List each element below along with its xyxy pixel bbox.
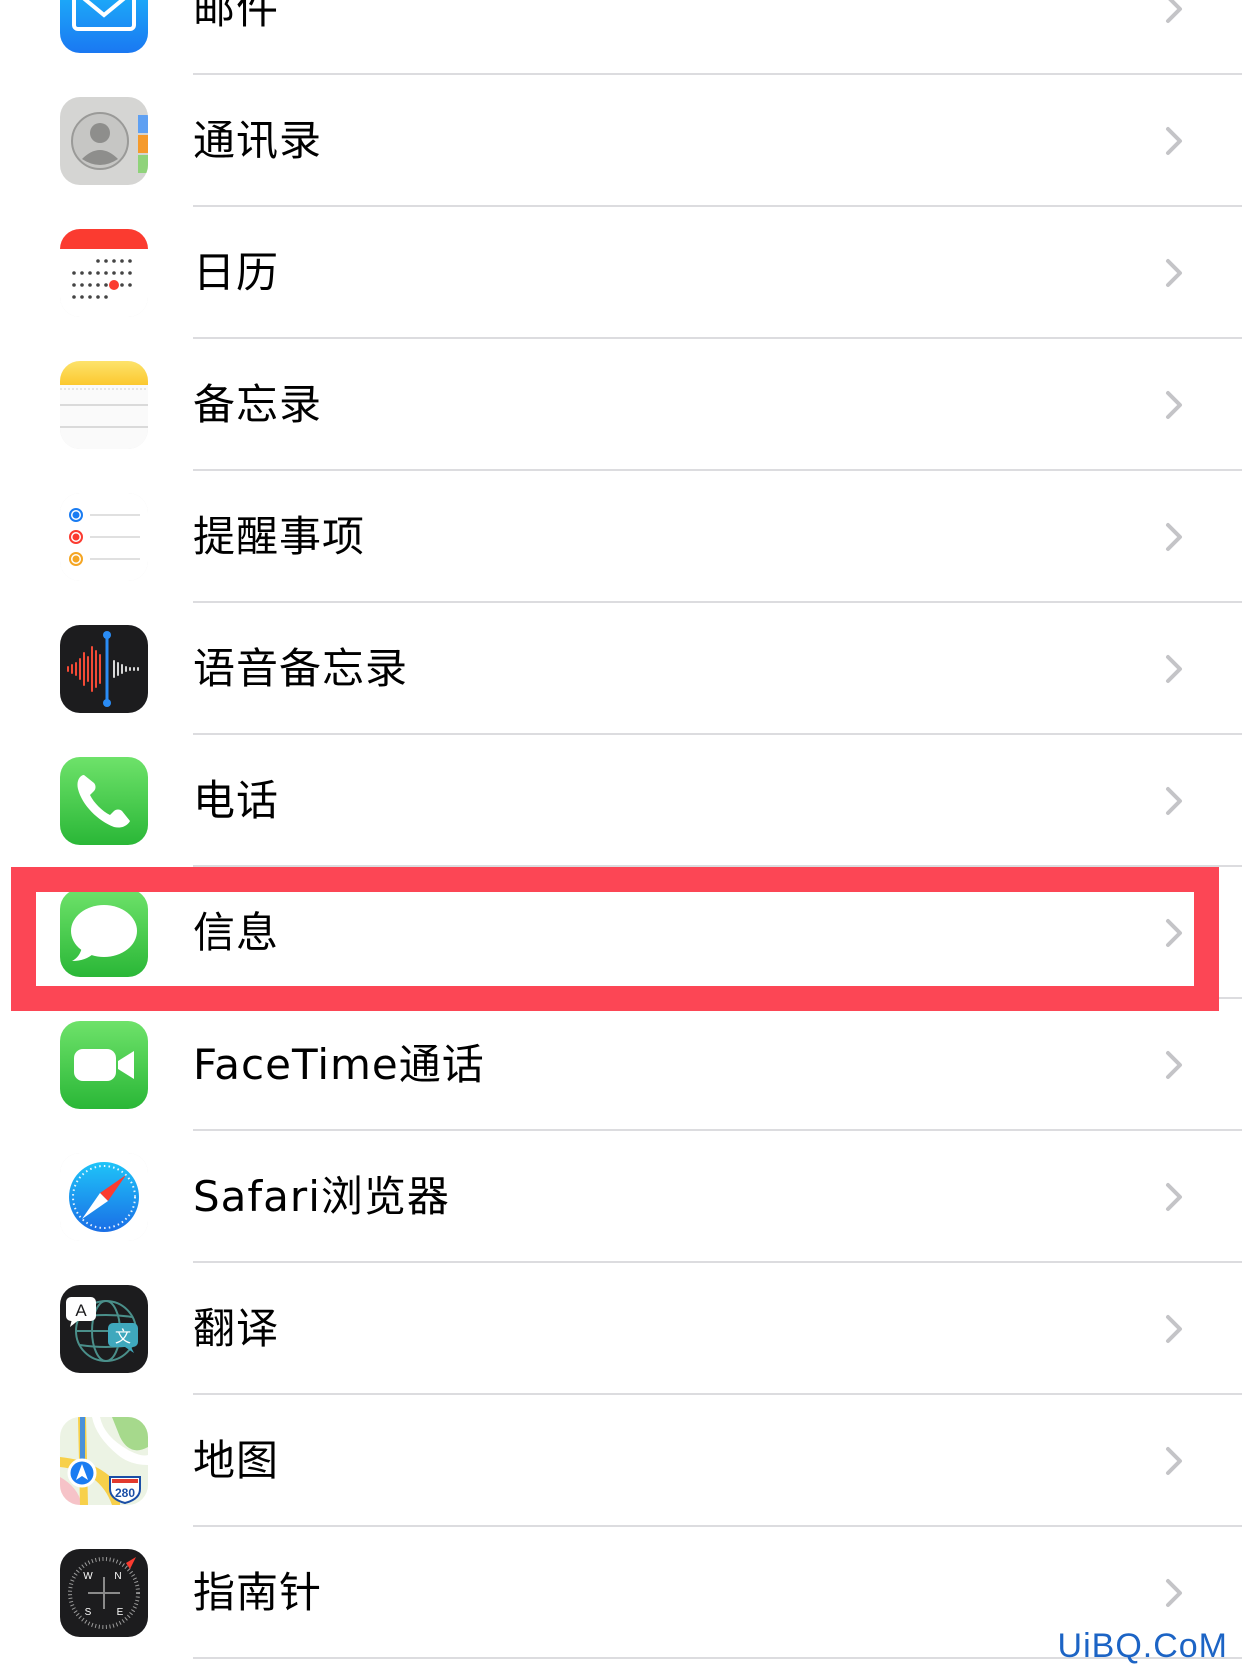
chevron-right-icon [1158,1443,1190,1479]
settings-row-facetime[interactable]: FaceTime通话 [0,999,1242,1131]
maps-icon: 280 [60,1417,148,1505]
settings-row-label: 电话 [193,776,280,825]
settings-row-notes[interactable]: 备忘录 [0,339,1242,471]
chevron-right-icon [1158,1311,1190,1347]
settings-list: 邮件 通讯录 日历 备忘录 提醒事项 语音备忘录 电话 信息 FaceTime通… [0,0,1242,1659]
settings-row-label: 邮件 [193,0,280,33]
voice-memos-icon [60,625,148,713]
safari-icon [60,1153,148,1241]
facetime-icon [60,1021,148,1109]
compass-s-label: S [85,1607,92,1618]
compass-w-label: W [83,1571,93,1582]
settings-row-label: 提醒事项 [193,512,366,561]
chevron-right-icon [1158,1047,1190,1083]
watermark-text: UiBQ.CoM [1057,1627,1228,1665]
settings-row-label: 通讯录 [193,116,323,165]
compass-icon: N E S W [60,1549,148,1637]
chevron-right-icon [1158,783,1190,819]
translate-icon: A 文 [60,1285,148,1373]
settings-row-messages[interactable]: 信息 [0,867,1242,999]
phone-icon [60,757,148,845]
settings-row-translate[interactable]: A 文 翻译 [0,1263,1242,1395]
mail-icon [60,0,148,53]
reminders-icon [60,493,148,581]
settings-row-label: 语音备忘录 [193,644,409,693]
settings-row-mail[interactable]: 邮件 [0,0,1242,75]
chevron-right-icon [1158,123,1190,159]
messages-icon [60,889,148,977]
chevron-right-icon [1158,255,1190,291]
settings-row-contacts[interactable]: 通讯录 [0,75,1242,207]
settings-row-safari[interactable]: Safari浏览器 [0,1131,1242,1263]
chevron-right-icon [1158,387,1190,423]
compass-n-label: N [114,1571,121,1582]
settings-row-label: 日历 [193,248,280,297]
settings-row-compass[interactable]: N E S W 指南针 [0,1527,1242,1659]
settings-row-voice-memos[interactable]: 语音备忘录 [0,603,1242,735]
settings-row-label: 备忘录 [193,380,323,429]
translate-a-glyph: A [75,1301,87,1320]
settings-row-phone[interactable]: 电话 [0,735,1242,867]
maps-shield-text: 280 [115,1486,135,1500]
settings-row-label: Safari浏览器 [193,1172,450,1221]
chevron-right-icon [1158,651,1190,687]
notes-icon [60,361,148,449]
compass-e-label: E [117,1607,124,1618]
chevron-right-icon [1158,0,1190,27]
chevron-right-icon [1158,1575,1190,1611]
chevron-right-icon [1158,915,1190,951]
chevron-right-icon [1158,519,1190,555]
settings-row-label: 地图 [193,1436,280,1485]
settings-row-calendar[interactable]: 日历 [0,207,1242,339]
settings-row-label: 信息 [193,908,280,957]
settings-row-reminders[interactable]: 提醒事项 [0,471,1242,603]
settings-row-label: 指南针 [193,1568,323,1617]
settings-row-label: FaceTime通话 [193,1040,485,1089]
contacts-icon [60,97,148,185]
settings-row-maps[interactable]: 280 地图 [0,1395,1242,1527]
calendar-icon [60,229,148,317]
chevron-right-icon [1158,1179,1190,1215]
settings-row-label: 翻译 [193,1304,280,1353]
translate-zh-glyph: 文 [115,1327,131,1346]
